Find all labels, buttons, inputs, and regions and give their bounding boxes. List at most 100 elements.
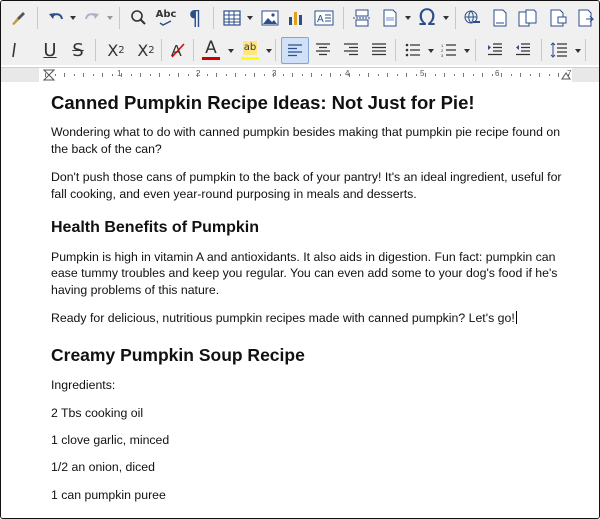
clear-formatting-icon[interactable]: A <box>167 38 189 62</box>
undo-icon[interactable] <box>45 7 67 29</box>
strikethrough-icon[interactable]: S <box>67 38 89 62</box>
ruler-text-area: 1 2 3 4 5 6 7 <box>39 68 572 82</box>
strikethrough-glyph: S <box>72 39 84 61</box>
ruler-tick <box>453 74 455 76</box>
ruler-tick <box>83 73 84 77</box>
document-page[interactable]: Canned Pumpkin Recipe Ideas: Not Just fo… <box>1 82 599 518</box>
separator <box>95 39 96 61</box>
field-icon[interactable] <box>379 7 401 29</box>
ruler-tick <box>330 73 331 77</box>
undo-dropdown-icon[interactable] <box>70 16 76 20</box>
special-character-icon[interactable]: Ω <box>415 5 439 31</box>
special-character-dropdown-icon[interactable] <box>443 16 449 20</box>
italic-icon[interactable] <box>7 38 21 62</box>
decrease-indent-icon[interactable] <box>511 38 535 62</box>
table-dropdown-icon[interactable] <box>247 16 253 20</box>
omega-glyph: Ω <box>418 5 436 31</box>
ingredient-item: 1 clove garlic, minced <box>51 433 170 447</box>
ruler-tick <box>187 74 189 76</box>
superscript-icon[interactable]: X2 <box>103 38 129 62</box>
highlight-glyph: ab <box>242 40 258 55</box>
ruler-tick <box>149 74 151 76</box>
bullet-list-icon[interactable] <box>401 38 425 62</box>
separator <box>455 7 456 29</box>
field-dropdown-icon[interactable] <box>405 16 411 20</box>
numbered-list-icon[interactable]: 123 <box>437 38 461 62</box>
comment-icon[interactable] <box>547 7 569 29</box>
paragraph-line: having problems of this nature. <box>51 283 220 297</box>
align-left-icon[interactable] <box>281 37 309 64</box>
formatting-toolbar: U S X2 X2 A A ab 1 2 3 <box>1 35 599 65</box>
ruler-tick <box>311 73 312 77</box>
paragraph-line: the back of the can? <box>51 142 162 156</box>
subscript-icon[interactable]: X2 <box>133 38 159 62</box>
subscript-exponent: 2 <box>148 44 155 56</box>
table-icon[interactable] <box>221 7 243 29</box>
redo-icon[interactable] <box>81 7 103 29</box>
ruler-tick <box>178 73 179 77</box>
textbox-icon[interactable]: A <box>313 7 335 29</box>
numbered-list-dropdown-icon[interactable] <box>464 49 470 53</box>
font-color-icon[interactable]: A <box>199 38 223 62</box>
ruler-tick <box>377 74 379 76</box>
ruler-tick <box>263 74 265 76</box>
ruler-tick <box>510 74 512 76</box>
line-spacing-dropdown-icon[interactable] <box>575 49 581 53</box>
ruler-tick <box>434 74 436 76</box>
page-break-icon[interactable] <box>351 7 373 29</box>
horizontal-ruler[interactable]: 1 2 3 4 5 6 7 <box>1 67 599 83</box>
ruler-tick <box>111 74 113 76</box>
heading-1: Canned Pumpkin Recipe Ideas: Not Just fo… <box>51 92 475 113</box>
paragraph-line: Don't push those cans of pumpkin to the … <box>51 170 562 184</box>
image-icon[interactable] <box>259 7 281 29</box>
separator <box>275 39 276 61</box>
pilcrow-glyph: ¶ <box>188 6 202 30</box>
increase-indent-icon[interactable] <box>483 38 507 62</box>
highlight-icon[interactable]: ab <box>237 38 263 62</box>
right-indent-marker-icon[interactable] <box>561 70 571 80</box>
ruler-tick <box>368 73 369 77</box>
ruler-tick <box>425 73 426 77</box>
svg-text:A: A <box>317 14 324 25</box>
font-color-bar <box>202 57 220 60</box>
spelling-icon[interactable]: Abc <box>153 5 179 29</box>
font-color-dropdown-icon[interactable] <box>228 49 234 53</box>
indent-marker-icon[interactable] <box>43 69 55 81</box>
underline-icon[interactable]: U <box>39 38 61 62</box>
ruler-tick <box>301 74 303 76</box>
ruler-tick <box>520 73 521 77</box>
redo-dropdown-icon[interactable] <box>107 16 113 20</box>
highlight-dropdown-icon[interactable] <box>266 49 272 53</box>
find-replace-icon[interactable] <box>127 7 149 29</box>
separator <box>119 7 120 29</box>
ruler-tick <box>168 74 170 76</box>
bullet-list-dropdown-icon[interactable] <box>428 49 434 53</box>
clone-formatting-icon[interactable] <box>7 7 29 29</box>
chart-icon[interactable] <box>285 7 307 29</box>
ruler-tick <box>558 73 559 77</box>
separator <box>343 7 344 29</box>
ruler-tick <box>501 73 502 77</box>
endnote-icon[interactable] <box>517 7 539 29</box>
align-right-icon[interactable] <box>339 38 363 62</box>
ruler-tick <box>539 73 540 77</box>
ruler-number: 6 <box>495 69 500 78</box>
ingredients-label: Ingredients: <box>51 378 116 392</box>
separator <box>541 39 542 61</box>
footnote-icon[interactable] <box>489 7 511 29</box>
ruler-tick <box>463 73 464 77</box>
ruler-tick <box>529 74 531 76</box>
paragraph-line: Pumpkin is high in vitamin A and antioxi… <box>51 250 556 264</box>
paragraph-line: Ready for delicious, nutritious pumpkin … <box>51 311 515 325</box>
formatting-marks-icon[interactable]: ¶ <box>185 6 205 30</box>
ingredient-item: 2 Tbs cooking oil <box>51 406 144 420</box>
track-changes-icon[interactable] <box>575 7 597 29</box>
align-center-icon[interactable] <box>311 38 335 62</box>
justify-icon[interactable] <box>367 38 391 62</box>
ruler-tick <box>64 73 65 77</box>
ruler-tick <box>197 73 198 77</box>
separator <box>193 39 194 61</box>
svg-text:3: 3 <box>441 53 444 57</box>
hyperlink-icon[interactable] <box>461 7 483 29</box>
line-spacing-icon[interactable] <box>547 38 571 62</box>
